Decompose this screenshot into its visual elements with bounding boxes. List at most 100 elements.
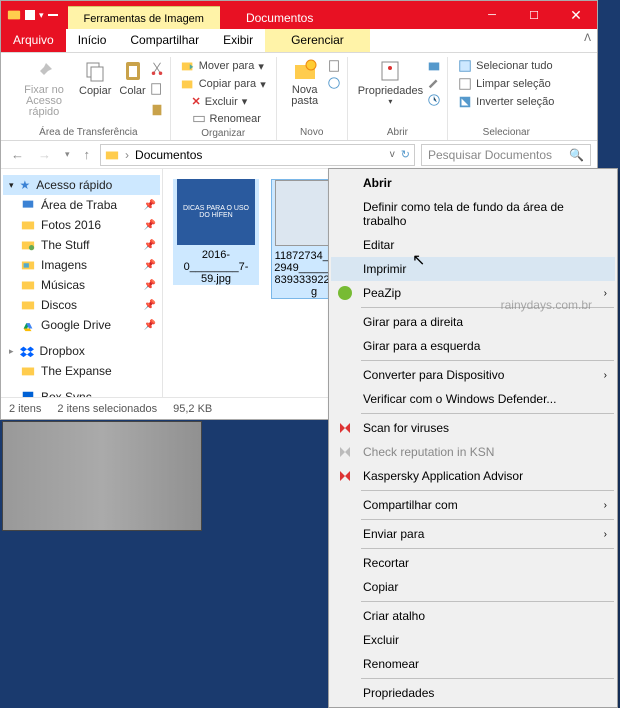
kaspersky-icon — [337, 444, 353, 460]
copy-button[interactable]: Copiar — [75, 57, 115, 120]
pin-icon: 📌 — [144, 260, 156, 271]
cm-set-wallpaper[interactable]: Definir como tela de fundo da área de tr… — [331, 195, 615, 233]
folder-icon — [21, 238, 35, 252]
refresh-icon[interactable]: ↻ — [401, 148, 410, 161]
nav-the-stuff[interactable]: The Stuff📌 — [3, 235, 160, 255]
pin-icon: 📌 — [144, 200, 156, 211]
cm-open[interactable]: Abrir — [331, 171, 615, 195]
file-item[interactable]: DICAS PARA O USO DO HÍFEN 2016-0________… — [173, 179, 259, 285]
move-to-button[interactable]: Mover para ▾ — [177, 57, 270, 75]
new-folder-icon — [293, 59, 317, 83]
pin-quickaccess-button[interactable]: Fixar no Acesso rápido — [13, 57, 75, 120]
copy-to-button[interactable]: Copiar para ▾ — [177, 75, 270, 93]
close-button[interactable]: ✕ — [555, 1, 597, 29]
tab-home[interactable]: Início — [66, 29, 119, 52]
nav-dropbox[interactable]: ▸Dropbox — [3, 341, 160, 361]
new-item-icon[interactable] — [327, 59, 341, 73]
cm-convert[interactable]: Converter para Dispositivo› — [331, 363, 615, 387]
cm-defender[interactable]: Verificar com o Windows Defender... — [331, 387, 615, 411]
contextual-tab-image-tools[interactable]: Ferramentas de Imagem — [68, 6, 220, 29]
navigation-pane[interactable]: ▾★Acesso rápido Área de Traba📌 Fotos 201… — [1, 169, 163, 397]
paste-button[interactable]: Colar — [115, 57, 149, 120]
folder-icon — [21, 218, 35, 232]
easy-access-icon[interactable] — [327, 76, 341, 90]
cm-rotate-right[interactable]: Girar para a direita — [331, 310, 615, 334]
minimize-button[interactable]: ─ — [471, 1, 513, 29]
cm-copy[interactable]: Copiar — [331, 575, 615, 599]
maximize-button[interactable]: ☐ — [513, 1, 555, 29]
separator — [361, 548, 614, 549]
back-button[interactable]: ← — [7, 147, 28, 162]
search-input[interactable]: Pesquisar Documentos 🔍 — [421, 144, 591, 166]
kaspersky-icon — [337, 420, 353, 436]
selectall-icon — [458, 59, 472, 73]
qat-dropdown-icon[interactable]: ▾ — [39, 10, 44, 21]
select-all-button[interactable]: Selecionar tudo — [454, 57, 558, 75]
edit-icon[interactable] — [427, 76, 441, 90]
rename-button[interactable]: Renomear — [188, 110, 265, 128]
paste-shortcut-icon[interactable] — [150, 103, 164, 117]
nav-imagens[interactable]: Imagens📌 — [3, 255, 160, 275]
separator — [361, 678, 614, 679]
history-icon[interactable] — [427, 93, 441, 107]
chevron-right-icon: › — [604, 370, 607, 381]
kaspersky-icon — [337, 468, 353, 484]
open-icon[interactable] — [427, 59, 441, 73]
cm-rotate-left[interactable]: Girar para a esquerda — [331, 334, 615, 358]
folder-icon — [7, 8, 21, 22]
nav-quick-access[interactable]: ▾★Acesso rápido — [3, 175, 160, 195]
pin-icon: 📌 — [144, 220, 156, 231]
ribbon-group-open: Propriedades▾ Abrir — [348, 57, 448, 140]
cm-rename[interactable]: Renomear — [331, 652, 615, 676]
taskbar-preview[interactable] — [2, 421, 202, 531]
cm-send-to[interactable]: Enviar para› — [331, 522, 615, 546]
forward-button[interactable]: → — [34, 147, 55, 162]
up-button[interactable]: ↑ — [80, 147, 95, 162]
breadcrumb-item[interactable]: Documentos — [135, 148, 202, 162]
properties-icon — [378, 59, 402, 83]
new-folder-button[interactable]: Nova pasta — [283, 57, 327, 109]
chevron-right-icon: › — [604, 288, 607, 299]
cm-edit[interactable]: Editar — [331, 233, 615, 257]
copy-path-icon[interactable] — [150, 82, 164, 96]
cm-share-with[interactable]: Compartilhar com› — [331, 493, 615, 517]
tab-share[interactable]: Compartilhar — [118, 29, 211, 52]
chevron-right-icon: › — [604, 500, 607, 511]
select-none-button[interactable]: Limpar seleção — [454, 75, 558, 93]
address-bar: ← → ▾ ↑ › Documentos v ↻ Pesquisar Docum… — [1, 141, 597, 169]
ribbon-group-select: Selecionar tudo Limpar seleção Inverter … — [448, 57, 564, 140]
nav-google-drive[interactable]: Google Drive📌 — [3, 315, 160, 335]
recent-dropdown[interactable]: ▾ — [61, 149, 74, 160]
ribbon-group-new: Nova pasta Novo — [277, 57, 348, 140]
delete-button[interactable]: ✕Excluir ▾ — [188, 93, 265, 110]
nav-fotos-2016[interactable]: Fotos 2016📌 — [3, 215, 160, 235]
cm-create-shortcut[interactable]: Criar atalho — [331, 604, 615, 628]
cut-icon[interactable] — [150, 61, 164, 75]
tab-file[interactable]: Arquivo — [1, 29, 66, 52]
search-icon: 🔍 — [569, 148, 584, 162]
cm-cut[interactable]: Recortar — [331, 551, 615, 575]
tab-manage[interactable]: Gerenciar — [265, 29, 370, 52]
nav-desktop[interactable]: Área de Traba📌 — [3, 195, 160, 215]
invert-selection-button[interactable]: Inverter seleção — [454, 93, 558, 111]
titlebar: ▾ Ferramentas de Imagem Documentos ─ ☐ ✕ — [1, 1, 597, 29]
cm-scan-viruses[interactable]: Scan for viruses — [331, 416, 615, 440]
nav-the-expanse[interactable]: The Expanse — [3, 361, 160, 381]
cm-delete[interactable]: Excluir — [331, 628, 615, 652]
address-path[interactable]: › Documentos v ↻ — [100, 144, 415, 166]
tab-view[interactable]: Exibir — [211, 29, 265, 52]
cm-properties[interactable]: Propriedades — [331, 681, 615, 705]
cm-print[interactable]: Imprimir — [331, 257, 615, 281]
ribbon-collapse-icon[interactable]: ᐱ — [584, 33, 591, 44]
nav-box-sync[interactable]: Box Sync — [3, 387, 160, 397]
cm-kaspersky-advisor[interactable]: Kaspersky Application Advisor — [331, 464, 615, 488]
properties-button[interactable]: Propriedades▾ — [354, 57, 427, 108]
separator — [361, 519, 614, 520]
cm-ksn[interactable]: Check reputation in KSN — [331, 440, 615, 464]
nav-discos[interactable]: Discos📌 — [3, 295, 160, 315]
qat-button[interactable] — [25, 10, 35, 20]
pictures-icon — [21, 258, 35, 272]
separator — [361, 601, 614, 602]
separator — [361, 360, 614, 361]
nav-musicas[interactable]: Músicas📌 — [3, 275, 160, 295]
